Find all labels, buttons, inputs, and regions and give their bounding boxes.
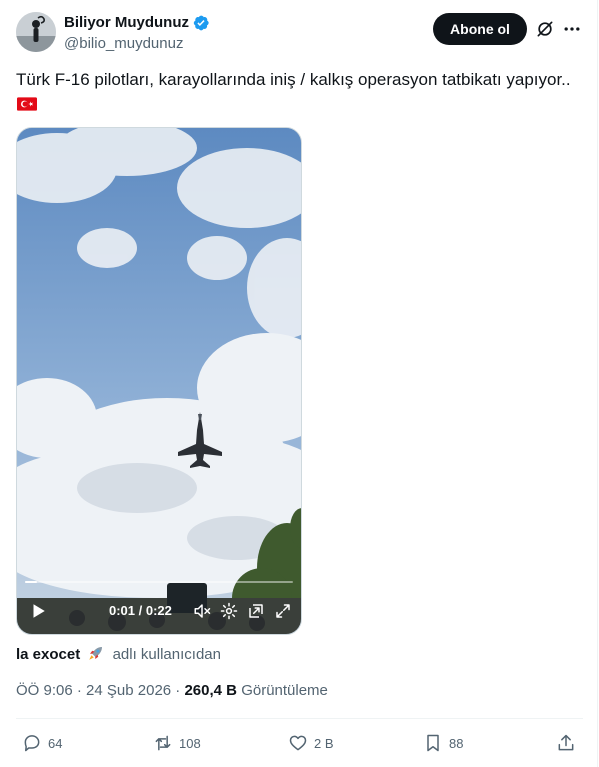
views-count: 260,4 B (184, 682, 238, 699)
reply-button[interactable]: 64 (22, 733, 62, 753)
like-button[interactable]: 2 B (288, 733, 334, 753)
heart-icon (289, 735, 307, 751)
repost-button[interactable]: 108 (153, 733, 201, 753)
views-label: Görüntüleme (241, 682, 328, 699)
meta-separator: · (76, 682, 87, 699)
video-progress-fill (25, 581, 38, 583)
grok-icon[interactable] (535, 19, 555, 39)
share-button[interactable] (556, 733, 576, 753)
share-icon (558, 734, 574, 751)
attribution-suffix: adlı kullanıcıdan (112, 646, 221, 663)
fullscreen-icon[interactable] (274, 602, 292, 620)
tweet-meta: ÖÖ 9:06 · 24 Şub 2026 · 260,4 B Görüntül… (16, 681, 328, 701)
video-frame (17, 128, 301, 634)
video-progress-bar[interactable] (25, 581, 293, 583)
play-icon[interactable] (29, 602, 47, 620)
tweet-detail: Biliyor Muydunuz @bilio_muydunuz Abone o… (0, 0, 598, 767)
tweet-body: Türk F-16 pilotları, karayollarında iniş… (16, 70, 571, 89)
like-count: 2 B (314, 735, 334, 751)
picture-in-picture-icon[interactable] (247, 602, 265, 620)
author-display-name[interactable]: Biliyor Muydunuz (64, 13, 189, 33)
tweet-text: Türk F-16 pilotları, karayollarında iniş… (16, 68, 576, 116)
video-attribution: la exocet adlı kullanıcıdan (16, 644, 221, 665)
author-name-row[interactable]: Biliyor Muydunuz (64, 13, 210, 33)
video-controls: 0:01 / 0:22 (17, 596, 301, 626)
bookmark-button[interactable]: 88 (423, 733, 463, 753)
video-player[interactable]: 0:01 / 0:22 (16, 127, 302, 635)
more-icon[interactable] (562, 19, 582, 39)
divider (16, 718, 583, 719)
tweet-date[interactable]: 24 Şub 2026 (86, 682, 171, 699)
repost-icon (155, 735, 171, 751)
rocket-icon (89, 647, 103, 660)
settings-gear-icon[interactable] (220, 602, 238, 620)
reply-count: 64 (48, 735, 63, 751)
bookmark-icon (427, 734, 439, 752)
video-time: 0:01 / 0:22 (109, 603, 172, 618)
mute-icon[interactable] (193, 602, 211, 620)
author-handle[interactable]: @bilio_muydunuz (64, 34, 210, 54)
avatar[interactable] (16, 12, 56, 52)
repost-count: 108 (179, 735, 201, 751)
turkey-flag-icon (17, 97, 37, 111)
bookmark-count: 88 (449, 735, 464, 751)
tweet-time[interactable]: ÖÖ 9:06 (16, 682, 73, 699)
follow-button[interactable]: Abone ol (433, 13, 527, 45)
author-block: Biliyor Muydunuz @bilio_muydunuz (64, 13, 210, 54)
attribution-user[interactable]: la exocet (16, 646, 80, 663)
reply-icon (24, 735, 40, 752)
verified-badge-icon[interactable] (192, 14, 210, 32)
